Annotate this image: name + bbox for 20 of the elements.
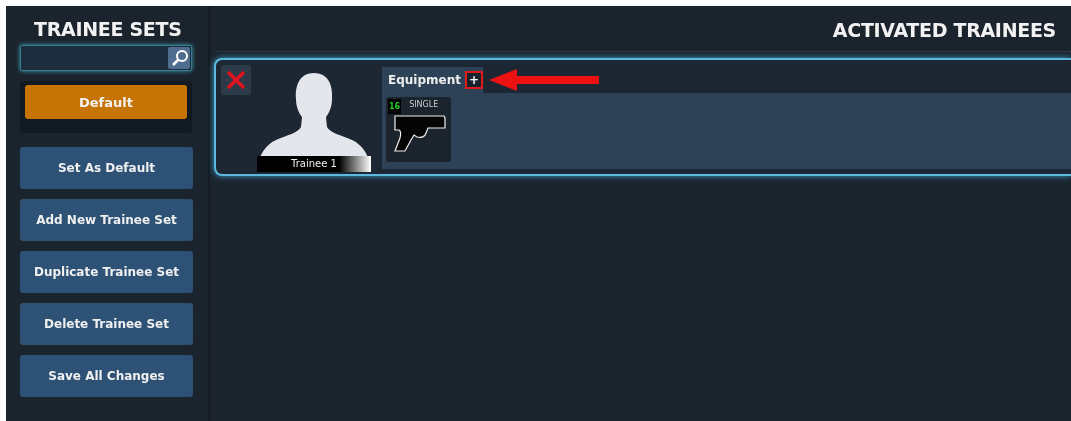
- ammo-count: 16: [388, 99, 402, 114]
- action-button[interactable]: Add New Trainee Set: [20, 199, 193, 241]
- fire-mode: SINGLE: [409, 100, 439, 109]
- search-icon: [170, 49, 188, 67]
- panel-title: TRAINEE SETS: [33, 17, 183, 39]
- pistol-icon: [391, 113, 446, 153]
- equipment-item[interactable]: 16 SINGLE: [386, 97, 451, 162]
- action-button[interactable]: Delete Trainee Set: [20, 303, 193, 345]
- action-button[interactable]: Save All Changes: [20, 355, 193, 397]
- tab-label: Equipment: [388, 73, 461, 87]
- remove-button[interactable]: [221, 65, 251, 95]
- action-button[interactable]: Duplicate Trainee Set: [20, 251, 193, 293]
- close-icon: [225, 69, 247, 91]
- equipment-tab[interactable]: Equipment +: [382, 67, 483, 93]
- trainee-name: Trainee 1: [257, 156, 371, 172]
- action-button[interactable]: Set As Default: [20, 147, 193, 189]
- add-button[interactable]: +: [464, 71, 483, 89]
- search-button[interactable]: [168, 47, 190, 69]
- search-field[interactable]: [20, 45, 192, 71]
- panel-title: ACTIVATED TRAINEES: [831, 18, 1057, 42]
